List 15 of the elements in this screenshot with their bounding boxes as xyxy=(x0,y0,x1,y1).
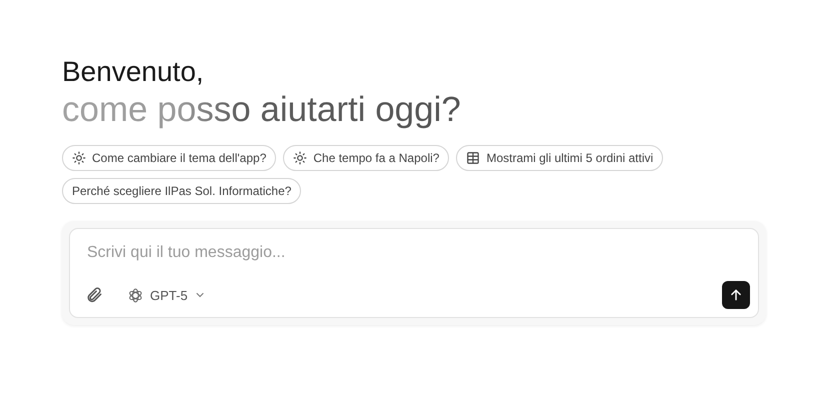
sun-icon xyxy=(72,150,86,165)
attach-button[interactable] xyxy=(85,286,103,304)
greeting-title: Benvenuto, xyxy=(62,55,205,89)
paperclip-icon xyxy=(85,286,103,304)
suggestion-chip[interactable]: Che tempo fa a Napoli? xyxy=(283,144,450,171)
send-button[interactable] xyxy=(722,281,750,310)
suggestion-chip[interactable]: Come cambiare il tema dell'app? xyxy=(62,144,276,171)
model-logo-icon xyxy=(127,286,144,304)
suggestion-chip[interactable]: Mostrami gli ultimi 5 ordini attivi xyxy=(456,144,664,171)
message-field[interactable]: Scrivi qui il tuo messaggio... GPT-5 xyxy=(69,228,759,318)
arrow-up-icon xyxy=(729,288,743,302)
table-icon xyxy=(466,150,480,165)
suggestion-chip[interactable]: Perché scegliere IlPas Sol. Informatiche? xyxy=(62,178,302,204)
sun-icon xyxy=(293,150,308,165)
model-selector[interactable]: GPT-5 xyxy=(127,286,206,306)
